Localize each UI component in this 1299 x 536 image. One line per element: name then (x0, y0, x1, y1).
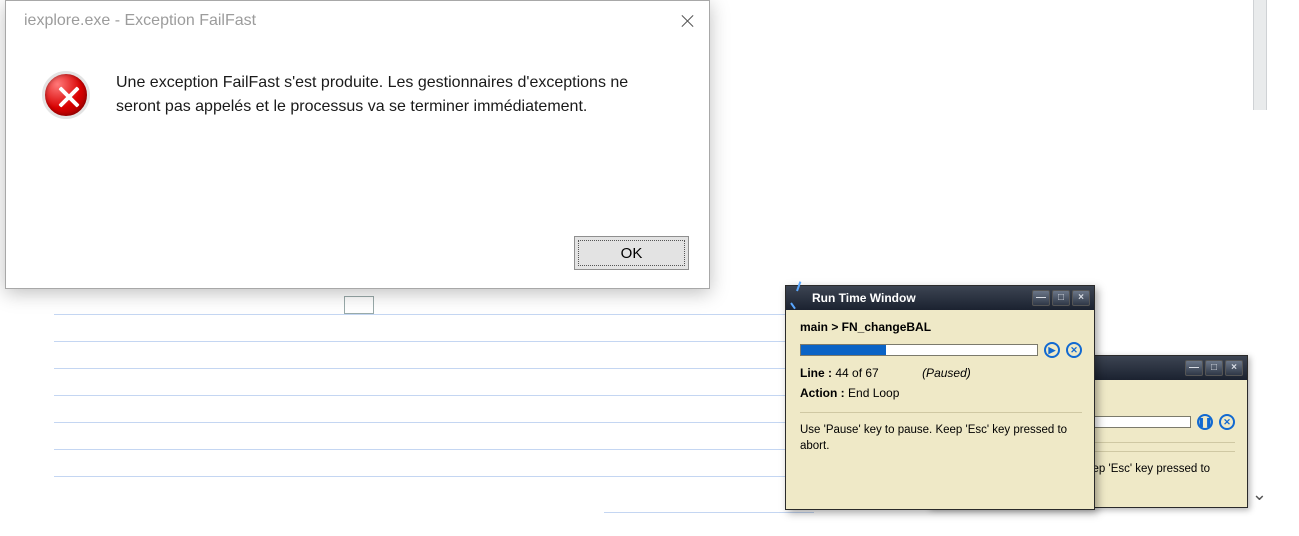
dialog-title: iexplore.exe - Exception FailFast (24, 12, 256, 30)
action-row: Action : End Loop (800, 386, 1082, 400)
stop-button[interactable]: ✕ (1219, 414, 1235, 430)
window-title: Run Time Window (812, 291, 916, 305)
breadcrumb: main > FN_changeBAL (800, 320, 1082, 334)
scrollbar-fragment[interactable] (1253, 0, 1267, 110)
chevron-down-icon[interactable]: ⌄ (1252, 484, 1267, 505)
window-titlebar[interactable]: Run Time Window — □ × (786, 286, 1094, 310)
error-icon (42, 71, 90, 119)
action-label: Action : (800, 386, 845, 400)
play-button[interactable]: ▶ (1044, 342, 1060, 358)
runtime-window: Run Time Window — □ × main > FN_changeBA… (785, 285, 1095, 510)
paused-label: (Paused) (922, 366, 971, 380)
ok-button[interactable]: OK (574, 236, 689, 270)
maximize-button[interactable]: □ (1052, 290, 1070, 306)
background-lined-area (4, 296, 840, 536)
line-row: Line : 44 of 67 (Paused) (800, 366, 1082, 380)
line-value: 44 of 67 (835, 366, 878, 380)
progress-bar (800, 344, 1038, 356)
dialog-message: Une exception FailFast s'est produite. L… (116, 71, 636, 119)
minimize-button[interactable]: — (1185, 360, 1203, 376)
line-label: Line : (800, 366, 832, 380)
maximize-button[interactable]: □ (1205, 360, 1223, 376)
hint-text: Use 'Pause' key to pause. Keep 'Esc' key… (800, 412, 1082, 454)
error-dialog: iexplore.exe - Exception FailFast Une ex… (5, 0, 710, 289)
close-icon[interactable] (681, 14, 695, 28)
close-window-button[interactable]: × (1072, 290, 1090, 306)
stop-button[interactable]: ✕ (1066, 342, 1082, 358)
minimize-button[interactable]: — (1032, 290, 1050, 306)
small-box (344, 296, 374, 314)
action-value: End Loop (848, 386, 899, 400)
app-logo-icon (790, 290, 806, 306)
pause-button[interactable]: ❚❚ (1197, 414, 1213, 430)
progress-fill (801, 345, 886, 355)
close-window-button[interactable]: × (1225, 360, 1243, 376)
